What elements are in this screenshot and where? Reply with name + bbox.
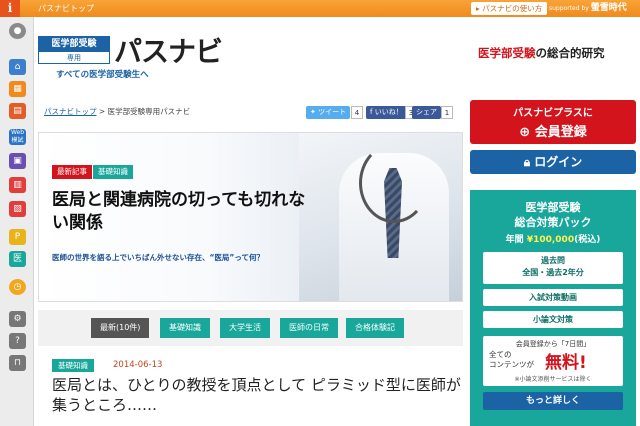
home-icon[interactable]: ⌂ (9, 59, 26, 75)
clock-icon[interactable]: ◷ (9, 279, 26, 295)
hero-title[interactable]: 医局と関連病院の切っても切れない関係 (52, 189, 322, 235)
top-home-link[interactable]: パスナビトップ (38, 2, 94, 15)
user-avatar-icon[interactable]: ● (9, 23, 26, 39)
free-trial-note: ※小論文添削サービスは除く (514, 376, 592, 383)
sponsor-credit[interactable]: supported by 螢雪時代 (549, 3, 627, 14)
tab-basic-knowledge[interactable]: 基礎知識 (160, 318, 210, 338)
like-label: いいね！ (374, 108, 403, 116)
left-toolbar: ● ⌂ ▦ ▤ Web 模試 ▣ ▥ ▧ P 医 ◷ ⚙ ? ⊓ (0, 17, 34, 426)
twitter-icon: ✦ (310, 108, 316, 116)
article-title[interactable]: 医局とは、ひとりの教授を頂点として ピラミッド型に医師が集うところ…… (52, 375, 472, 415)
share-label: シェア (416, 108, 437, 116)
pack-title-line2: 総合対策パック (514, 216, 592, 229)
facebook-share-button[interactable]: シェア (412, 106, 441, 119)
tweet-button[interactable]: ✦ ツイート (306, 106, 351, 119)
calendar-icon[interactable]: ▦ (9, 81, 26, 97)
sponsor-name: 螢雪時代 (590, 3, 627, 13)
help-icon[interactable]: ? (9, 333, 26, 349)
pack-price-prefix: 年間 (505, 235, 524, 245)
free-trial-left1: 全ての (489, 350, 512, 359)
facebook-like-button[interactable]: f いいね！ (366, 106, 407, 119)
pack-title-line1: 医学部受験 (525, 201, 581, 214)
breadcrumb: パスナビトップ > 医学部受験専用パスナビ (44, 106, 190, 117)
site-logo-icon[interactable]: i (0, 0, 20, 17)
breadcrumb-home-link[interactable]: パスナビトップ (44, 107, 97, 116)
pack-item-past-exams-line1: 過去問 (541, 256, 565, 265)
register-plus-button[interactable]: パスナビプラスに ⊕ 会員登録 (470, 100, 636, 144)
share-count: 1 (441, 106, 453, 119)
pack-item-past-exams[interactable]: 過去問 全国・過去2年分 (483, 252, 623, 284)
p-icon[interactable]: P (9, 229, 26, 245)
pack-price-tax: (税込) (574, 235, 601, 245)
breadcrumb-separator: > (98, 107, 106, 116)
breadcrumb-current: 医学部受験専用パスナビ (107, 107, 191, 116)
logo-badge[interactable]: 医学部受験 専用 (38, 36, 110, 64)
hero-stethoscope-shape (359, 143, 429, 223)
hero-subtitle: 医師の世界を語る上でいちばん外せない存在、“医局”って何？ (52, 253, 264, 262)
header-banner: 医学部受験の総合的研究 (478, 45, 605, 61)
supported-by-text: supported by (549, 5, 589, 12)
tweet-label: ツイート (318, 108, 347, 116)
pack-item-essay[interactable]: 小論文対策 (483, 311, 623, 328)
news-icon[interactable]: ▧ (9, 201, 26, 217)
header-banner-red: 医学部受験 (478, 46, 536, 60)
tweet-count: 4 (351, 106, 363, 119)
usage-guide-label: パスナビの使い方 (482, 4, 543, 13)
pack-item-past-exams-line2: 全国・過去2年分 (522, 268, 584, 277)
pack-item-videos[interactable]: 入試対策動画 (483, 289, 623, 306)
login-button[interactable]: 🔒︎ ログイン (470, 150, 636, 174)
latest-badge: 最新記事 (52, 165, 92, 179)
free-trial-box: 会員登録から「7日間」 全ての コンテンツが 無料! ※小論文添削サービスは除く (483, 336, 623, 386)
logo-main-text[interactable]: パスナビ (114, 30, 223, 70)
book-icon[interactable]: ▣ (9, 153, 26, 169)
document-icon[interactable]: ▥ (9, 177, 26, 193)
gear-icon[interactable]: ⚙ (9, 311, 26, 327)
register-plus-line2-wrap: ⊕ 会員登録 (470, 121, 636, 140)
register-plus-line1: パスナビプラスに (513, 108, 593, 119)
login-label: ログイン (534, 155, 583, 169)
add-circle-icon: ⊕ (519, 125, 531, 140)
top-bar: i パスナビトップ ▸ パスナビの使い方 supported by 螢雪時代 (0, 0, 640, 17)
tab-doctor-daily[interactable]: 医師の日常 (280, 318, 338, 338)
logo-line1: 医学部受験 (39, 37, 109, 52)
tab-success-stories[interactable]: 合格体験記 (346, 318, 404, 338)
category-badge[interactable]: 基礎知識 (93, 165, 133, 179)
web-test-icon[interactable]: Web 模試 (9, 129, 26, 145)
logo-line2: 専用 (67, 54, 81, 62)
free-trial-left2: コンテンツが (489, 360, 534, 369)
tab-latest[interactable]: 最新(10件) (91, 318, 150, 338)
article-category-badge[interactable]: 基礎知識 (52, 359, 94, 372)
facebook-icon: f (370, 108, 373, 116)
more-details-button[interactable]: もっと詳しく (483, 392, 623, 410)
free-trial-big: 無料! (545, 353, 587, 373)
free-trial-left: 全ての コンテンツが (489, 350, 534, 370)
lock-icon[interactable]: ⊓ (9, 355, 26, 371)
tab-university-life[interactable]: 大学生活 (220, 318, 270, 338)
lock-login-icon: 🔒︎ (523, 155, 531, 169)
logo-tagline: すべての医学部受験生へ (56, 70, 149, 80)
pack-price: 年間 ¥100,000(税込) (470, 232, 636, 245)
register-plus-line2: 会員登録 (534, 125, 587, 140)
medical-icon[interactable]: 医 (9, 251, 26, 267)
header-banner-rest: の総合的研究 (535, 46, 605, 60)
article-date: 2014-06-13 (113, 360, 163, 370)
pack-price-value: ¥100,000 (526, 235, 575, 245)
chart-icon[interactable]: ▤ (9, 103, 26, 119)
usage-guide-button[interactable]: ▸ パスナビの使い方 (471, 2, 548, 15)
